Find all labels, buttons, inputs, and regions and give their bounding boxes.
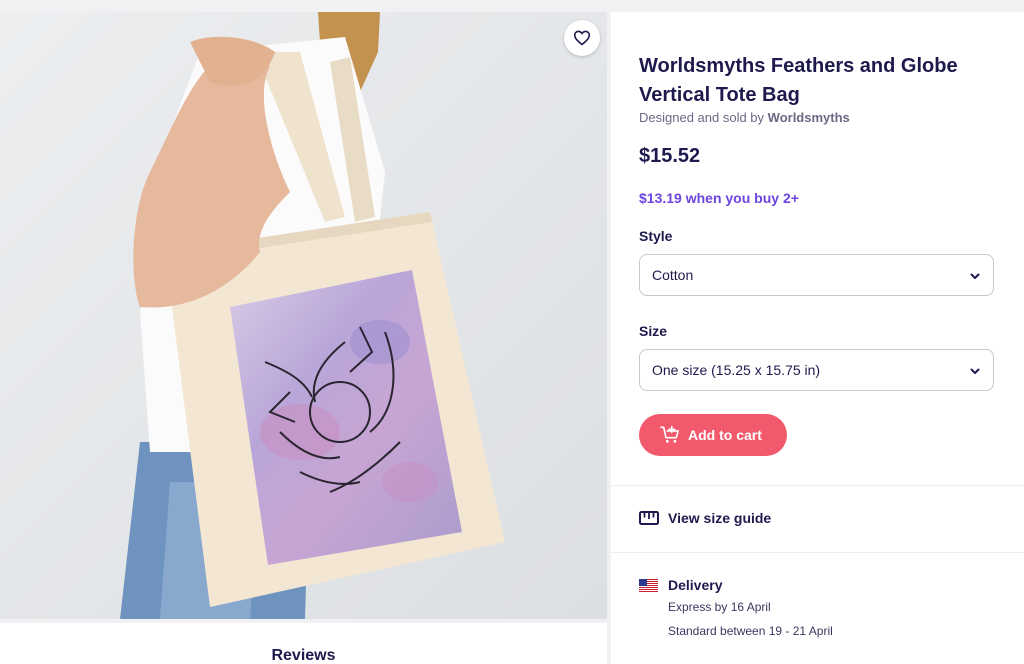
cart-plus-icon: [660, 426, 679, 443]
size-select[interactable]: One size (15.25 x 15.75 in): [639, 349, 994, 391]
favorite-button[interactable]: [564, 20, 600, 56]
size-guide-link[interactable]: View size guide: [639, 510, 771, 526]
bulk-price: $13.19 when you buy 2+: [639, 190, 799, 206]
size-value: One size (15.25 x 15.75 in): [652, 362, 821, 378]
product-photo[interactable]: [0, 12, 607, 619]
artist-link[interactable]: Worldsmyths: [768, 110, 850, 125]
heart-icon: [573, 30, 591, 46]
product-image-panel: [0, 12, 607, 619]
ruler-icon: [639, 511, 659, 525]
chevron-down-icon: [970, 368, 980, 374]
reviews-title: Reviews: [271, 647, 336, 664]
delivery-standard: Standard between 19 - 21 April: [668, 624, 833, 638]
divider: [611, 552, 1024, 553]
add-to-cart-button[interactable]: Add to cart: [639, 414, 787, 456]
sold-by: Designed and sold by Worldsmyths: [639, 110, 850, 125]
chevron-down-icon: [970, 273, 980, 279]
product-price: $15.52: [639, 145, 701, 167]
delivery-express: Express by 16 April: [668, 600, 771, 614]
delivery-label: Delivery: [668, 577, 723, 593]
sold-by-label: Designed and sold by: [639, 110, 768, 125]
style-value: Cotton: [652, 267, 694, 283]
product-details-panel: Worldsmyths Feathers and Globe Vertical …: [611, 12, 1024, 664]
size-label: Size: [639, 323, 668, 339]
style-label: Style: [639, 228, 673, 244]
add-to-cart-label: Add to cart: [688, 427, 762, 443]
size-guide-label: View size guide: [668, 510, 772, 526]
divider: [611, 485, 1024, 486]
style-select[interactable]: Cotton: [639, 254, 994, 296]
reviews-section: Reviews: [0, 623, 607, 664]
product-title: Worldsmyths Feathers and Globe Vertical …: [639, 55, 958, 106]
delivery-section: Delivery Express by 16 April Standard be…: [639, 577, 833, 638]
us-flag-icon: [639, 578, 658, 592]
